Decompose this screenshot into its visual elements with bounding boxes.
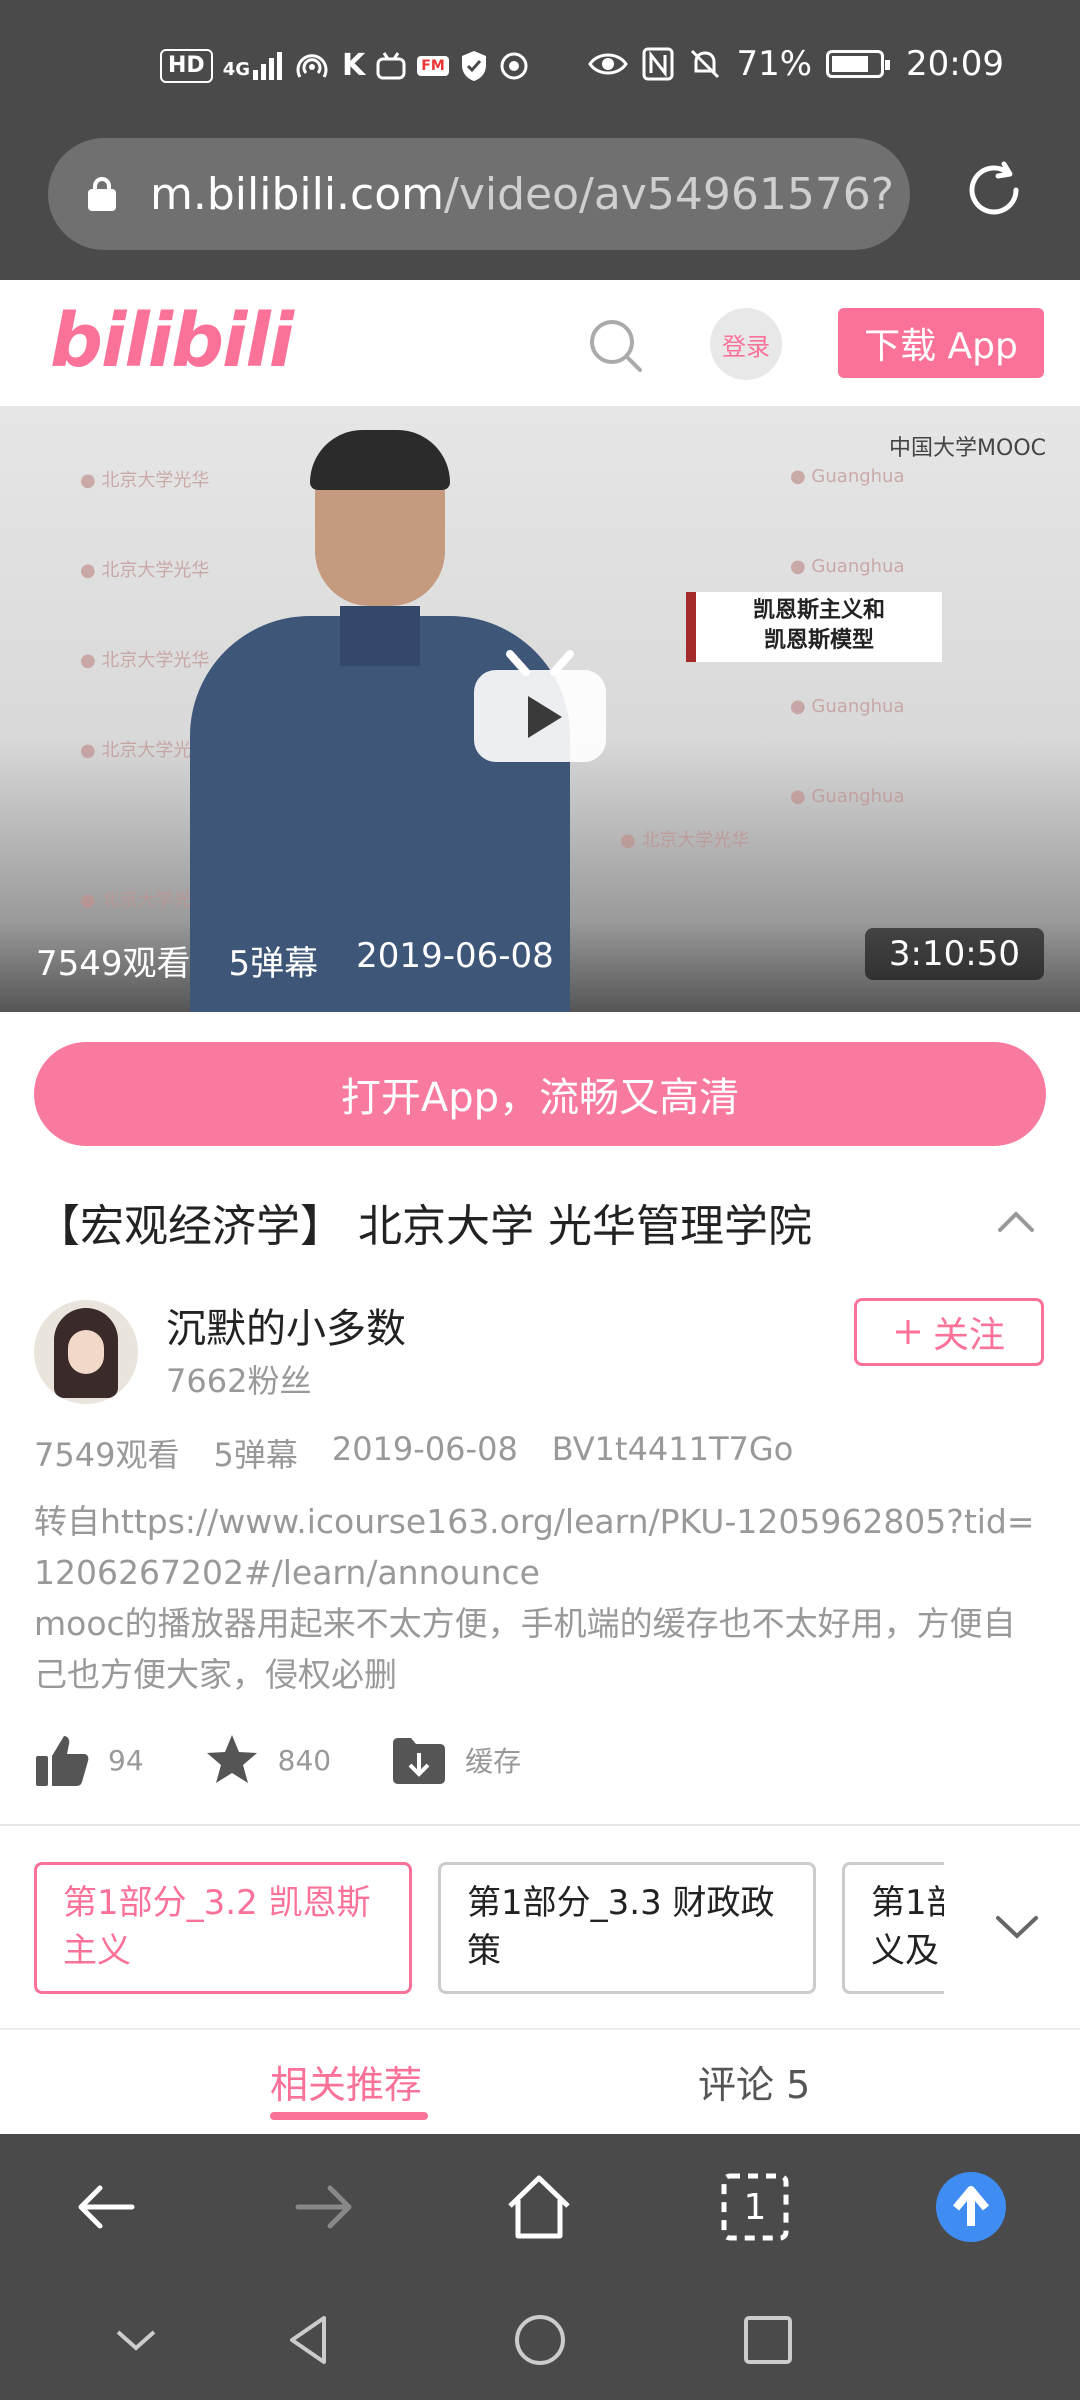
meta-danmaku: 5弹幕 bbox=[213, 1436, 298, 1474]
divider bbox=[0, 1824, 1080, 1826]
play-icon[interactable] bbox=[470, 646, 610, 766]
hd-icon: HD bbox=[160, 48, 213, 83]
meta-bvid: BV1t4411T7Go bbox=[551, 1430, 794, 1468]
slide-caption: 凯恩斯主义和 凯恩斯模型 bbox=[686, 592, 942, 662]
lock-icon bbox=[88, 177, 116, 211]
browser-nav-bar: 1 bbox=[0, 2134, 1080, 2280]
nav-home-icon[interactable] bbox=[510, 2310, 570, 2370]
download-folder-icon bbox=[393, 1738, 446, 1784]
episode-item[interactable]: 第1部分义及 bbox=[842, 1862, 944, 1994]
site-header: bilibili 登录 下载 App bbox=[0, 280, 1080, 406]
content-tabs: 相关推荐 评论 5 bbox=[0, 2030, 1080, 2134]
open-app-button[interactable]: 打开App，流畅又高清 bbox=[34, 1042, 1046, 1146]
upload-date: 2019-06-08 bbox=[356, 936, 554, 976]
star-icon bbox=[206, 1735, 257, 1783]
cache-label: 缓存 bbox=[465, 1745, 522, 1778]
chevron-down-icon[interactable] bbox=[990, 1906, 1044, 1946]
view-count: 7549观看 bbox=[36, 944, 191, 984]
video-stats: 7549观看 5弹幕 2019-06-08 bbox=[36, 936, 554, 985]
nfc-icon bbox=[642, 47, 674, 81]
like-count: 94 bbox=[108, 1743, 144, 1777]
browser-url-bar: m.bilibili.com/video/av54961576? bbox=[0, 132, 1080, 280]
wall-logo: ● 北京大学光华 bbox=[620, 830, 750, 851]
k-app-icon: K bbox=[342, 48, 366, 83]
nav-recents-icon[interactable] bbox=[738, 2310, 798, 2370]
episode-list: 第1部分_3.2 凯恩斯主义 第1部分_3.3 财政政策 第1部分义及 bbox=[34, 1862, 944, 1994]
plus-icon bbox=[895, 1320, 920, 1344]
cache-button[interactable]: 缓存 bbox=[391, 1735, 521, 1785]
action-bar: 94 840 缓存 bbox=[34, 1732, 581, 1788]
fan-count: 7662粉丝 bbox=[166, 1362, 312, 1400]
wall-logo: ● Guanghua bbox=[790, 556, 905, 577]
download-app-button[interactable]: 下载 App bbox=[838, 308, 1044, 378]
desc-source: 转自https://www.icourse163.org/learn/PKU-1… bbox=[34, 1502, 1035, 1592]
bilibili-logo[interactable]: bilibili bbox=[50, 298, 294, 384]
video-meta: 7549观看 5弹幕 2019-06-08 BV1t4411T7Go bbox=[34, 1430, 793, 1476]
status-left-icons: HD 4G K FM bbox=[160, 48, 533, 83]
forward-arrow-icon[interactable] bbox=[286, 2170, 360, 2244]
reload-icon[interactable] bbox=[958, 154, 1030, 226]
battery-percent: 71% bbox=[736, 44, 813, 84]
mute-bell-icon bbox=[691, 49, 720, 79]
camera-icon bbox=[500, 52, 528, 79]
danmaku-count: 5弹幕 bbox=[228, 944, 319, 984]
search-icon[interactable] bbox=[586, 316, 646, 376]
url-host: m.bilibili.com bbox=[150, 168, 445, 220]
desc-note: mooc的播放器用起来不太方便，手机端的缓存也不太好用，方便自己也方便大家，侵权… bbox=[34, 1604, 1016, 1694]
meta-views: 7549观看 bbox=[34, 1436, 180, 1474]
address-field[interactable]: m.bilibili.com/video/av54961576? bbox=[48, 138, 910, 250]
clock: 20:09 bbox=[906, 44, 1004, 84]
favorite-count: 840 bbox=[277, 1743, 332, 1777]
follow-button[interactable]: 关注 bbox=[854, 1298, 1044, 1366]
home-icon[interactable] bbox=[502, 2170, 576, 2244]
avatar[interactable] bbox=[34, 1300, 138, 1404]
wall-logo: ● Guanghua bbox=[790, 696, 905, 717]
tab-indicator bbox=[270, 2112, 428, 2120]
4g-signal-icon: 4G bbox=[223, 51, 282, 80]
tab-comments[interactable]: 评论 5 bbox=[698, 2054, 810, 2109]
video-duration: 3:10:50 bbox=[864, 928, 1044, 980]
wall-logo: ● Guanghua bbox=[790, 786, 905, 807]
upload-arrow-icon[interactable] bbox=[934, 2170, 1008, 2244]
battery-icon bbox=[826, 50, 891, 78]
tab-recommend[interactable]: 相关推荐 bbox=[270, 2054, 422, 2109]
fm-icon: FM bbox=[417, 55, 449, 76]
video-title: 【宏观经济学】 北京大学 光华管理学院 bbox=[36, 1201, 812, 1252]
chevron-down-icon[interactable] bbox=[106, 2310, 166, 2370]
tab-count: 1 bbox=[743, 2186, 767, 2228]
video-description: 转自https://www.icourse163.org/learn/PKU-1… bbox=[34, 1496, 1046, 1700]
wall-logo: ● Guanghua bbox=[790, 466, 905, 487]
episode-item[interactable]: 第1部分_3.3 财政政策 bbox=[438, 1862, 816, 1994]
meta-date: 2019-06-08 bbox=[331, 1430, 518, 1468]
hotspot-icon bbox=[296, 53, 328, 78]
bilibili-tv-icon bbox=[376, 51, 406, 79]
chevron-up-icon[interactable] bbox=[994, 1200, 1038, 1240]
video-player[interactable]: ● 北京大学光华 ● 北京大学光华 ● 北京大学光华 ● 北京大学光华 ● 北京… bbox=[0, 406, 1080, 1012]
back-arrow-icon[interactable] bbox=[70, 2170, 144, 2244]
follow-label: 关注 bbox=[932, 1315, 1005, 1356]
status-right-icons: 71% 20:09 bbox=[588, 44, 1004, 84]
favorite-button[interactable]: 840 bbox=[204, 1732, 331, 1788]
system-nav-bar bbox=[0, 2280, 1080, 2400]
status-bar: HD 4G K FM 71% 20:09 bbox=[0, 0, 1080, 132]
shield-icon bbox=[461, 50, 486, 81]
tabs-switcher-icon[interactable]: 1 bbox=[718, 2170, 792, 2244]
url-path: /video/av54961576? bbox=[444, 168, 895, 220]
mooc-watermark: 中国大学MOOC bbox=[889, 436, 1046, 461]
nav-back-icon[interactable] bbox=[280, 2310, 340, 2370]
thumbs-up-icon bbox=[36, 1736, 89, 1786]
episode-item[interactable]: 第1部分_3.2 凯恩斯主义 bbox=[34, 1862, 412, 1994]
uploader-name[interactable]: 沉默的小多数 bbox=[166, 1296, 406, 1354]
eye-icon bbox=[588, 53, 629, 75]
like-button[interactable]: 94 bbox=[34, 1732, 144, 1788]
login-button[interactable]: 登录 bbox=[710, 308, 782, 380]
